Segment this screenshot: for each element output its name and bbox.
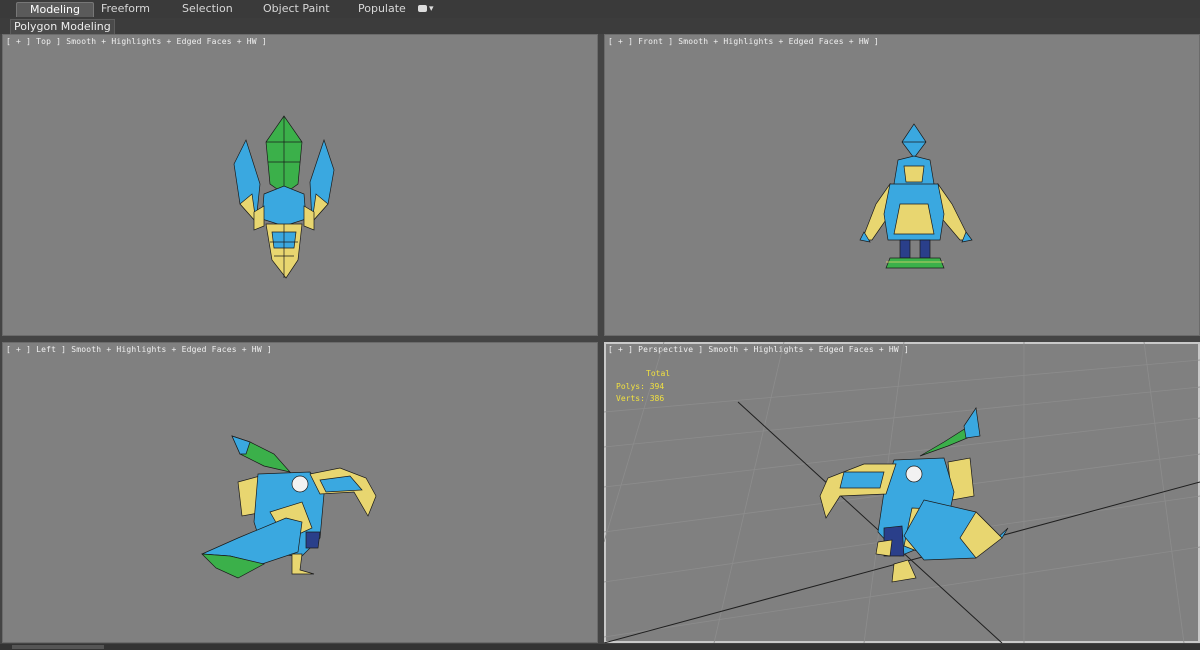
model-front-view (859, 123, 973, 269)
stats-polys-row: Polys: 394 (616, 381, 670, 394)
status-bar (0, 644, 1200, 650)
tab-modeling[interactable]: Modeling (16, 2, 94, 17)
stats-polys-label: Polys: (616, 381, 645, 391)
polygon-modeling-panel[interactable]: Polygon Modeling (10, 19, 115, 35)
time-slider[interactable] (12, 645, 104, 649)
viewport-top[interactable]: [ + ] Top ] Smooth + Highlights + Edged … (2, 34, 598, 336)
viewport-front[interactable]: [ + ] Front ] Smooth + Highlights + Edge… (604, 34, 1200, 336)
dropdown-arrow-icon (418, 5, 427, 12)
stats-verts-value: 386 (649, 394, 665, 403)
viewport-statistics: Total Polys: 394 Verts: 386 (616, 368, 670, 406)
model-top-view (233, 115, 335, 279)
perspective-grid (604, 342, 1200, 643)
tab-freeform[interactable]: Freeform (93, 2, 158, 16)
stats-verts-label: Verts: (616, 394, 645, 403)
stats-header: Total (646, 369, 671, 378)
ribbon-panel: Polygon Modeling (0, 18, 1200, 35)
ribbon-options-button[interactable]: ▾ (418, 3, 440, 15)
viewport-perspective[interactable]: [ + ] Perspective ] Smooth + Highlights … (604, 342, 1200, 643)
stats-verts-row: Verts: 386 (616, 393, 670, 406)
stats-polys-value: 394 (649, 381, 665, 391)
ribbon-tabs: Modeling Freeform Selection Object Paint… (0, 0, 1200, 19)
tab-populate[interactable]: Populate (350, 2, 414, 16)
viewport-left[interactable]: [ + ] Left ] Smooth + Highlights + Edged… (2, 342, 598, 643)
tab-selection[interactable]: Selection (174, 2, 241, 16)
model-left-view (201, 435, 377, 579)
tab-object-paint[interactable]: Object Paint (255, 2, 338, 16)
